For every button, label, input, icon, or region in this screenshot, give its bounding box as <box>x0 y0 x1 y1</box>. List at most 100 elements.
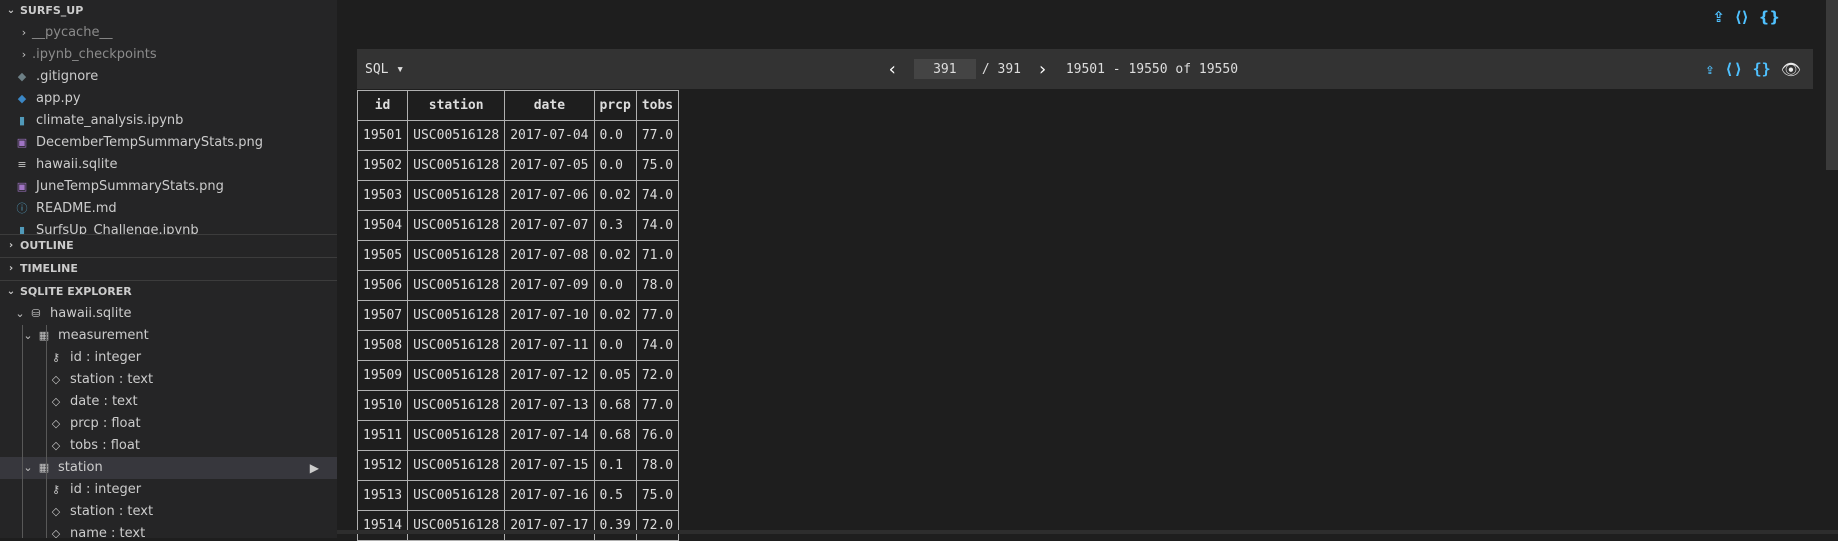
table-row: 19501 USC00516128 2017-07-04 0.0 77.0 <box>356 120 680 151</box>
table-header-row: id station date prcp tobs <box>356 90 680 121</box>
page-input[interactable] <box>913 59 976 79</box>
column-header: date <box>504 90 595 121</box>
column-header: tobs <box>635 90 680 121</box>
sqlite-viewer-pane: ⇪ ⟨⟩ {} SQL ▾ ‹ / 391 › 19501 - 19550 of… <box>337 0 1838 541</box>
file-item[interactable]: ▣ JuneTempSummaryStats.png <box>0 176 337 198</box>
column-item[interactable]: ◇ tobs : float <box>0 435 337 457</box>
export-code-icon[interactable]: ⟨⟩ <box>1725 60 1743 78</box>
table-row: 19507 USC00516128 2017-07-10 0.02 77.0 <box>356 300 680 331</box>
column-header: prcp <box>593 90 637 121</box>
table-cell: 2017-07-12 <box>504 360 595 391</box>
export-json-icon[interactable]: {} <box>1753 60 1771 78</box>
table-row: 19506 USC00516128 2017-07-09 0.0 78.0 <box>356 270 680 301</box>
table-cell: USC00516128 <box>407 420 506 451</box>
table-cell: 0.02 <box>593 180 637 211</box>
export-icon[interactable]: ⇪ <box>1706 60 1715 78</box>
table-item-station[interactable]: ⌄ ▦ station ▶ <box>0 457 337 479</box>
file-item[interactable]: ≡ hawaii.sqlite <box>0 154 337 176</box>
file-label: .gitignore <box>36 69 99 84</box>
database-label: hawaii.sqlite <box>50 306 132 321</box>
column-item[interactable]: ◇ name : text <box>0 523 337 538</box>
file-label: DecemberTempSummaryStats.png <box>36 135 263 150</box>
column-label: tobs : float <box>70 438 140 453</box>
horizontal-scrollbar[interactable] <box>337 530 1838 534</box>
table-cell: 77.0 <box>635 120 680 151</box>
record-range: 19501 - 19550 of 19550 <box>1065 61 1239 77</box>
table-cell: 2017-07-16 <box>504 480 595 511</box>
file-item[interactable]: ▣ DecemberTempSummaryStats.png <box>0 132 337 154</box>
export-json-icon[interactable]: {} <box>1759 8 1780 26</box>
table-cell: 2017-07-06 <box>504 180 595 211</box>
file-item[interactable]: ▮ climate_analysis.ipynb <box>0 110 337 132</box>
folder-item[interactable]: › __pycache__ <box>0 22 337 44</box>
file-item[interactable]: ◆ app.py <box>0 88 337 110</box>
table-cell: 19501 <box>356 120 409 151</box>
notebook-icon: ▮ <box>18 224 26 234</box>
vertical-scrollbar[interactable] <box>1826 0 1838 170</box>
diamond-icon: ◇ <box>51 439 61 452</box>
file-label: SurfsUp_Challenge.ipynb <box>36 223 199 234</box>
sqlite-explorer-header[interactable]: ⌄ SQLITE EXPLORER <box>0 280 337 303</box>
table-cell: 19509 <box>356 360 409 391</box>
table-icon: ▦ <box>38 329 50 342</box>
column-item[interactable]: ◇ date : text <box>0 391 337 413</box>
table-row: 19512 USC00516128 2017-07-15 0.1 78.0 <box>356 450 680 481</box>
database-item[interactable]: ⌄ ⛁ hawaii.sqlite <box>0 303 337 325</box>
table-cell: 2017-07-10 <box>504 300 595 331</box>
table-cell: 2017-07-07 <box>504 210 595 241</box>
table-row: 19513 USC00516128 2017-07-16 0.5 75.0 <box>356 480 680 511</box>
prev-page-icon[interactable]: ‹ <box>877 59 908 80</box>
table-cell: 19502 <box>356 150 409 181</box>
chevron-right-icon: › <box>21 26 27 39</box>
indent-guide <box>46 325 47 538</box>
table-cell: 76.0 <box>635 420 680 451</box>
diamond-icon: ◇ <box>51 505 61 518</box>
column-item[interactable]: ◇ prcp : float <box>0 413 337 435</box>
table-row: 19510 USC00516128 2017-07-13 0.68 77.0 <box>356 390 680 421</box>
column-item[interactable]: ◇ station : text <box>0 369 337 391</box>
diamond-icon: ◇ <box>51 373 61 386</box>
sidebar: ⌄ SURFS_UP › __pycache__ › .ipynb_checkpoin… <box>0 0 337 538</box>
table-row: 19504 USC00516128 2017-07-07 0.3 74.0 <box>356 210 680 241</box>
table-cell: 2017-07-09 <box>504 270 595 301</box>
table-cell: 74.0 <box>635 210 680 241</box>
next-page-icon[interactable]: › <box>1027 59 1058 80</box>
table-cell: 0.1 <box>593 450 637 481</box>
table-cell: 0.02 <box>593 240 637 271</box>
folder-item[interactable]: › .ipynb_checkpoints <box>0 44 337 66</box>
outline-header[interactable]: › OUTLINE <box>0 234 337 257</box>
export-icon[interactable]: ⇪ <box>1712 8 1725 26</box>
table-cell: 19512 <box>356 450 409 481</box>
column-label: name : text <box>70 526 146 538</box>
column-item[interactable]: ◇ station : text <box>0 501 337 523</box>
run-query-icon[interactable]: ▶ <box>310 457 319 479</box>
python-icon: ◆ <box>17 92 27 105</box>
timeline-header[interactable]: › TIMELINE <box>0 257 337 280</box>
sql-dropdown[interactable]: SQL ▾ <box>365 62 404 77</box>
table-row: 19511 USC00516128 2017-07-14 0.68 76.0 <box>356 420 680 451</box>
chevron-right-icon: › <box>8 263 14 274</box>
file-item[interactable]: ⓘ README.md <box>0 198 337 220</box>
results-table-container: id station date prcp tobs 19501 USC00516128 20… <box>356 90 680 541</box>
file-item[interactable]: ◆ .gitignore <box>0 66 337 88</box>
export-code-icon[interactable]: ⟨⟩ <box>1735 8 1749 26</box>
table-cell: 72.0 <box>635 360 680 391</box>
table-cell: 71.0 <box>635 240 680 271</box>
file-label: README.md <box>36 201 117 216</box>
column-item[interactable]: ⚷ id : integer <box>0 479 337 501</box>
explorer-folder-header[interactable]: ⌄ SURFS_UP <box>0 0 337 22</box>
table-cell: 74.0 <box>635 180 680 211</box>
eye-icon[interactable]: 👁 <box>1781 60 1801 79</box>
top-toolbar: ⇪ ⟨⟩ {} <box>1712 8 1780 26</box>
file-item[interactable]: ▮ SurfsUp_Challenge.ipynb <box>0 220 337 234</box>
table-cell: 0.0 <box>593 120 637 151</box>
column-label: prcp : float <box>70 416 141 431</box>
table-cell: USC00516128 <box>407 300 506 331</box>
sql-toolbar: SQL ▾ ‹ / 391 › 19501 - 19550 of 19550 ⇪… <box>357 49 1813 89</box>
sqlite-explorer-title: SQLITE EXPLORER <box>20 285 132 298</box>
column-item[interactable]: ⚷ id : integer <box>0 347 337 369</box>
table-cell: 2017-07-15 <box>504 450 595 481</box>
table-cell: 19511 <box>356 420 409 451</box>
table-cell: USC00516128 <box>407 210 506 241</box>
table-item-measurement[interactable]: ⌄ ▦ measurement <box>0 325 337 347</box>
